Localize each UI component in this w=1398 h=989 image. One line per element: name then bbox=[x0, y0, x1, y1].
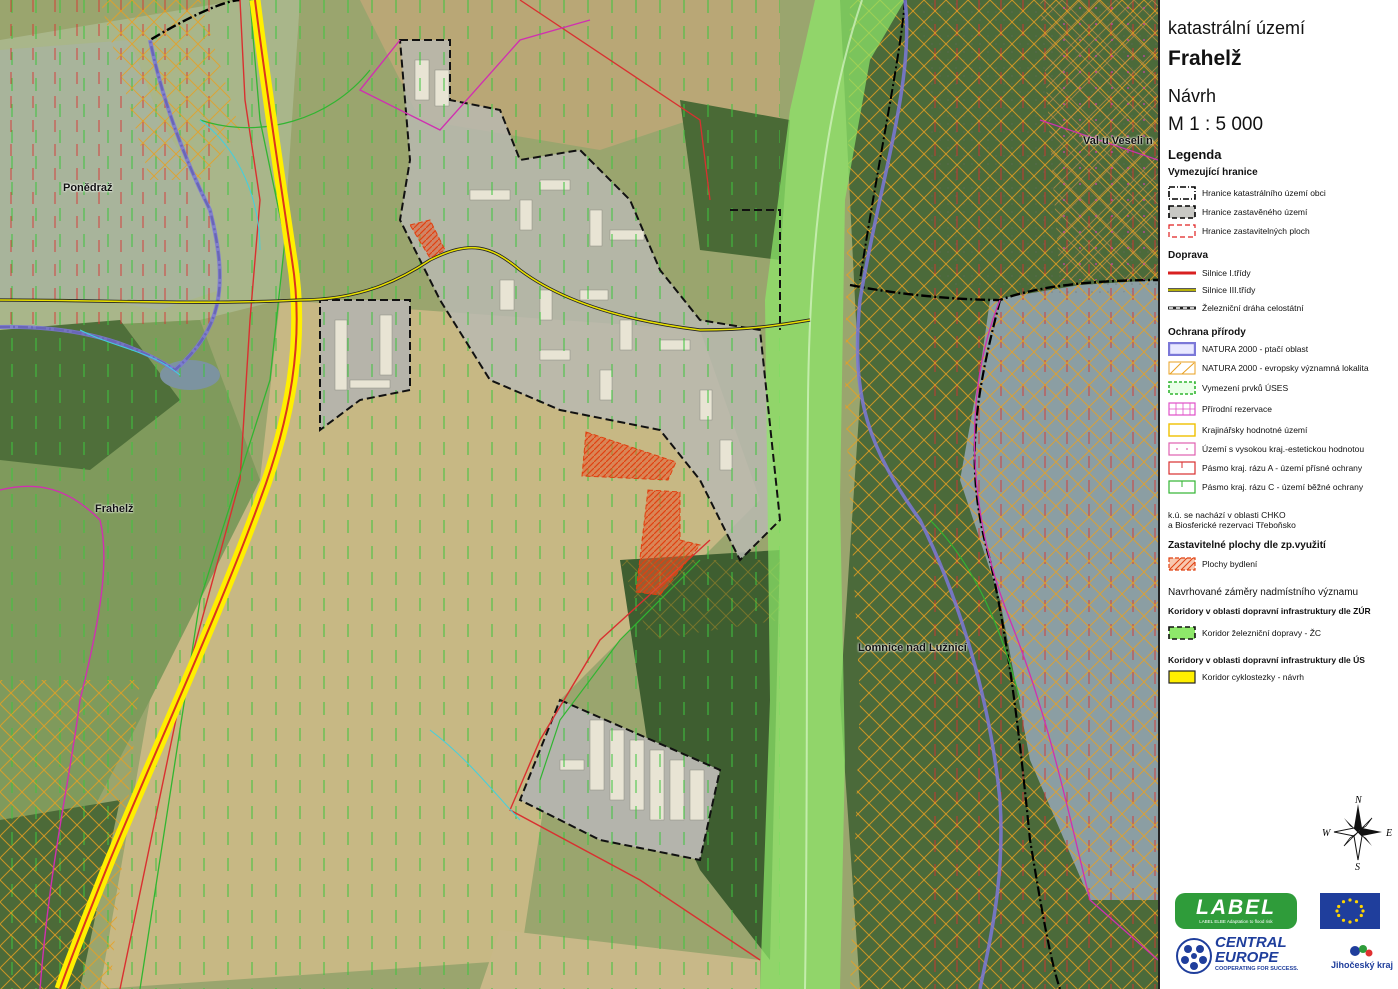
subsection-zur: Koridory v oblasti dopravní infrastruktu… bbox=[1168, 606, 1371, 616]
legend-item: Koridor železniční dopravy - ŽC bbox=[1168, 625, 1321, 641]
legend-label: Silnice I.třídy bbox=[1202, 268, 1251, 278]
reserve-symbol bbox=[1168, 402, 1196, 416]
legend-item: Silnice III.třídy bbox=[1168, 282, 1255, 298]
legend-label: Krajinářsky hodnotné území bbox=[1202, 425, 1308, 435]
road-class3-symbol bbox=[1168, 283, 1196, 297]
legend-item: Pásmo kraj. rázu A - území přísné ochran… bbox=[1168, 460, 1362, 476]
legend-label: Přírodní rezervace bbox=[1202, 404, 1272, 414]
section-transport: Doprava bbox=[1168, 250, 1209, 261]
legend-label: Koridor železniční dopravy - ŽC bbox=[1202, 628, 1322, 638]
landscape-value-symbol bbox=[1168, 423, 1196, 437]
legend-item: Železniční dráha celostátní bbox=[1168, 300, 1304, 316]
central-europe-logo: CENTRAL EUROPE COOPERATING FOR SUCCESS. bbox=[1175, 934, 1315, 978]
place-label-val: Val u Veseli n bbox=[1083, 135, 1153, 147]
subsection-us: Koridory v oblasti dopravní infrastruktu… bbox=[1168, 655, 1365, 665]
ce-logo-line3: COOPERATING FOR SUCCESS. bbox=[1215, 966, 1299, 972]
legend-item: Území s vysokou kraj.-estetickou hodnoto… bbox=[1168, 441, 1364, 457]
legend-item: Vymezení prvků ÚSES bbox=[1168, 380, 1288, 396]
legend-item: Hranice zastavitelných ploch bbox=[1168, 223, 1310, 239]
legend-item: Krajinářsky hodnotné území bbox=[1168, 422, 1307, 438]
natura-bird-symbol bbox=[1167, 341, 1197, 357]
built-up-boundary-symbol bbox=[1168, 205, 1196, 219]
section-buildable: Zastavitelné plochy dle zp.využití bbox=[1168, 540, 1326, 551]
aesthetic-symbol bbox=[1168, 442, 1196, 456]
region-logo-text: Jihočeský kraj bbox=[1330, 960, 1394, 970]
natura-site-symbol bbox=[1168, 361, 1196, 375]
section-proposed: Navrhované záměry nadmístního významu bbox=[1168, 587, 1359, 598]
railway-symbol bbox=[1168, 301, 1196, 315]
label-logo-subtitle: LABEL ELBE Adaptation to flood risk bbox=[1199, 919, 1273, 924]
legend-item: Hranice katastrálního území obci bbox=[1168, 185, 1326, 201]
zone-c-symbol bbox=[1168, 480, 1196, 494]
cadastral-map[interactable]: Ponědraž Frahelž Lomnice nad Lužnicí Val… bbox=[0, 0, 1158, 989]
legend-label: NATURA 2000 - evropsky významná lokalita bbox=[1202, 363, 1369, 373]
legend-label: Hranice katastrálního území obci bbox=[1202, 188, 1326, 198]
eu-flag-icon bbox=[1320, 893, 1380, 929]
road-class1-symbol bbox=[1168, 266, 1196, 280]
legend-item: NATURA 2000 - evropsky významná lokalita bbox=[1168, 360, 1369, 376]
buildable-boundary-symbol bbox=[1168, 224, 1196, 238]
title-line1: katastrální území bbox=[1168, 18, 1306, 38]
legend-label: Vymezení prvků ÚSES bbox=[1202, 383, 1289, 393]
place-label-ponedraz: Ponědraž bbox=[63, 182, 113, 194]
compass-n: N bbox=[1354, 795, 1363, 806]
label-logo-text: LABEL bbox=[1196, 896, 1276, 919]
cadastral-name: Frahelž bbox=[1168, 47, 1242, 70]
legend-heading: Legenda bbox=[1168, 147, 1222, 162]
legend-label: Hranice zastavitelných ploch bbox=[1202, 226, 1310, 236]
legend-label: Území s vysokou kraj.-estetickou hodnoto… bbox=[1202, 444, 1365, 454]
cycle-corridor-symbol bbox=[1168, 670, 1196, 684]
map-scale: M 1 : 5 000 bbox=[1168, 114, 1264, 135]
legend-item: Koridor cyklostezky - návrh bbox=[1168, 669, 1304, 685]
legend-item: Hranice zastavěného území bbox=[1168, 204, 1307, 220]
legend-label: Koridor cyklostezky - návrh bbox=[1202, 672, 1305, 682]
label-project-logo: LABEL LABEL ELBE Adaptation to flood ris… bbox=[1175, 893, 1297, 929]
map-canvas bbox=[0, 0, 1158, 989]
place-label-frahelz: Frahelž bbox=[95, 503, 134, 515]
rail-corridor-symbol bbox=[1168, 626, 1196, 640]
legend-label: Hranice zastavěného území bbox=[1202, 207, 1308, 217]
cadastral-boundary-symbol bbox=[1168, 186, 1196, 200]
legend-label: Pásmo kraj. rázu A - území přísné ochran… bbox=[1202, 463, 1363, 473]
compass-e: E bbox=[1385, 828, 1392, 839]
uses-symbol bbox=[1168, 381, 1196, 395]
south-bohemia-region-logo: Jihočeský kraj bbox=[1326, 942, 1398, 978]
place-label-lomnice: Lomnice nad Lužnicí bbox=[858, 642, 967, 654]
legend-label: Pásmo kraj. rázu C - území běžné ochrany bbox=[1202, 482, 1364, 492]
legend-item: NATURA 2000 - ptačí oblast bbox=[1167, 341, 1309, 357]
map-legend-panel: katastrální území Frahelž Návrh M 1 : 5 … bbox=[1158, 0, 1398, 989]
section-nature: Ochrana přírody bbox=[1168, 327, 1246, 338]
zone-a-symbol bbox=[1168, 461, 1196, 475]
region-emblem-icon bbox=[1350, 945, 1373, 957]
legend-label: Plochy bydlení bbox=[1202, 559, 1258, 569]
legend-item: Pásmo kraj. rázu C - území běžné ochrany bbox=[1168, 479, 1363, 495]
legend-item: Plochy bydlení bbox=[1168, 556, 1257, 572]
housing-symbol bbox=[1168, 557, 1196, 571]
legend-item: Silnice I.třídy bbox=[1168, 265, 1251, 281]
chko-note-line2: a Biosferické rezervaci Třeboňsko bbox=[1168, 520, 1296, 530]
legend-label: NATURA 2000 - ptačí oblast bbox=[1202, 344, 1309, 354]
legend-item: Přírodní rezervace bbox=[1168, 401, 1272, 417]
ce-logo-line2: EUROPE bbox=[1215, 949, 1279, 966]
north-arrow-icon: N S E W bbox=[1320, 792, 1396, 873]
legend-label: Silnice III.třídy bbox=[1202, 285, 1256, 295]
compass-s: S bbox=[1355, 862, 1360, 872]
compass-w: W bbox=[1322, 828, 1332, 839]
legend-label: Železniční dráha celostátní bbox=[1202, 303, 1304, 313]
section-boundaries: Vymezující hranice bbox=[1168, 167, 1258, 178]
title-draft: Návrh bbox=[1168, 86, 1217, 106]
